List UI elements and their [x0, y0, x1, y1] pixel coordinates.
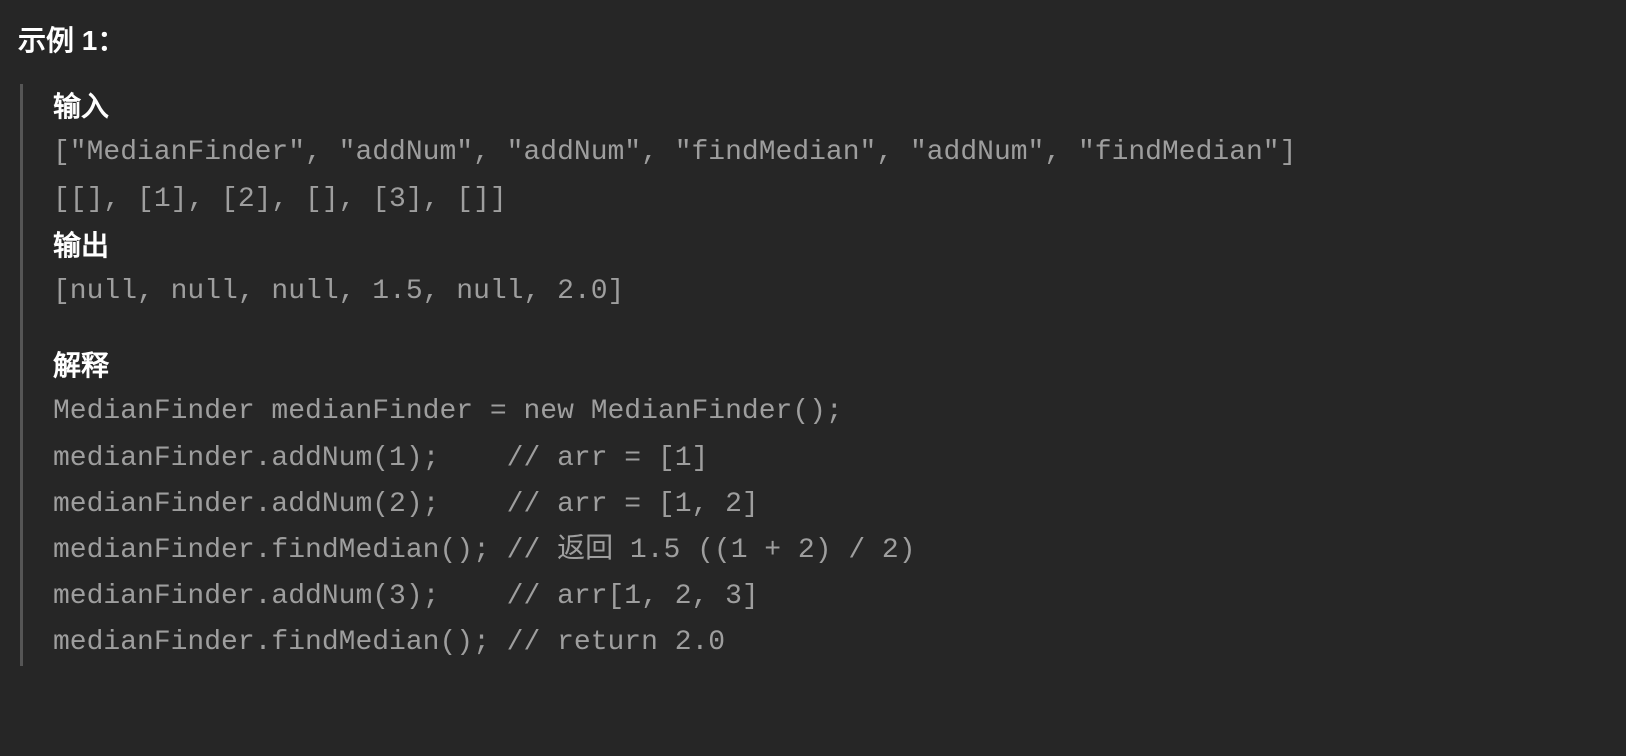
explain-line-3: medianFinder.addNum(2); // arr = [1, 2]: [53, 482, 1608, 528]
explain-label: 解释: [53, 343, 1608, 389]
input-ops-line: ["MedianFinder", "addNum", "addNum", "fi…: [53, 130, 1608, 176]
example-heading: 示例 1：: [18, 18, 1608, 64]
output-line: [null, null, null, 1.5, null, 2.0]: [53, 269, 1608, 315]
explain-line-4: medianFinder.findMedian(); // 返回 1.5 ((1…: [53, 528, 1608, 574]
blank-line: [53, 315, 1608, 343]
explain-line-6: medianFinder.findMedian(); // return 2.0: [53, 620, 1608, 666]
input-label: 输入: [53, 84, 1608, 130]
output-label: 输出: [53, 223, 1608, 269]
explain-line-1: MedianFinder medianFinder = new MedianFi…: [53, 389, 1608, 435]
example-block: 输入 ["MedianFinder", "addNum", "addNum", …: [20, 84, 1608, 666]
explain-line-5: medianFinder.addNum(3); // arr[1, 2, 3]: [53, 574, 1608, 620]
explain-line-2: medianFinder.addNum(1); // arr = [1]: [53, 436, 1608, 482]
example-section: 示例 1： 输入 ["MedianFinder", "addNum", "add…: [0, 0, 1626, 684]
input-args-line: [[], [1], [2], [], [3], []]: [53, 177, 1608, 223]
